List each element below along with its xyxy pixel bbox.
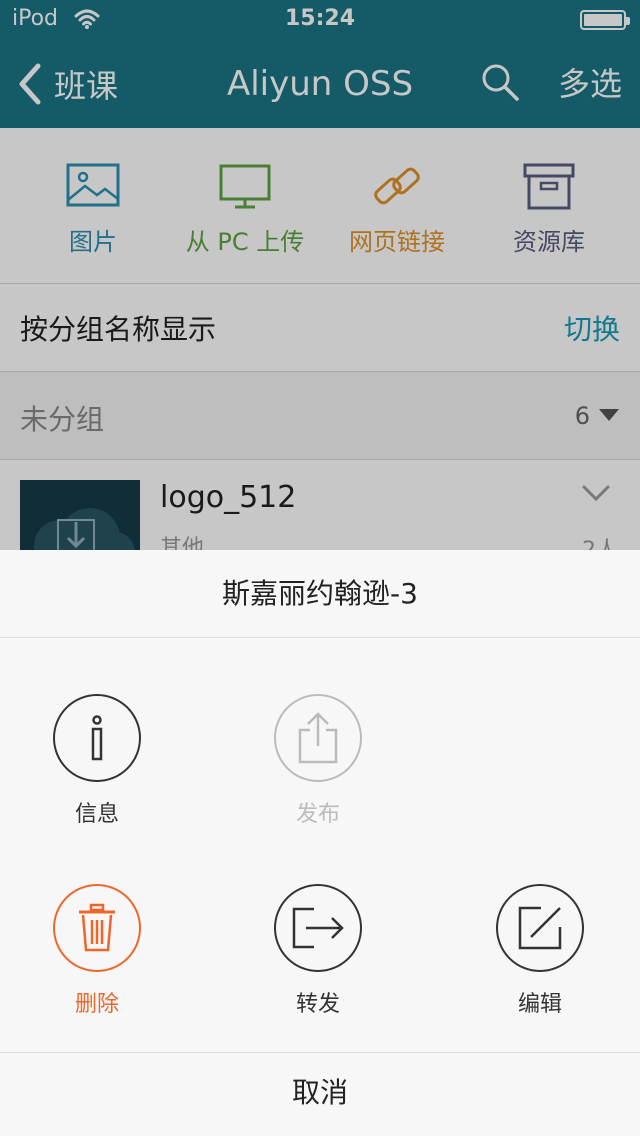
edit-icon: [518, 906, 562, 950]
share-icon: [298, 712, 338, 764]
delete-action[interactable]: 删除: [22, 884, 172, 1018]
info-label: 信息: [74, 802, 119, 827]
forward-button[interactable]: [274, 884, 362, 972]
publish-button[interactable]: [274, 694, 362, 782]
publish-action[interactable]: 发布: [243, 694, 393, 828]
trash-icon: [79, 903, 115, 952]
forward-label: 转发: [295, 992, 340, 1017]
edit-label: 编辑: [517, 992, 562, 1017]
forward-action[interactable]: 转发: [243, 884, 393, 1018]
cancel-button[interactable]: 取消: [0, 1053, 640, 1136]
edit-action[interactable]: 编辑: [465, 884, 615, 1018]
info-button[interactable]: [53, 694, 141, 782]
forward-icon: [292, 907, 344, 949]
publish-label: 发布: [295, 802, 340, 827]
edit-button[interactable]: [496, 884, 584, 972]
info-icon: [91, 715, 103, 761]
action-sheet: 斯嘉丽约翰逊-3 信息 发布 删除 转发 编辑 取消: [0, 550, 640, 1136]
delete-label: 删除: [74, 992, 119, 1017]
info-action[interactable]: 信息: [22, 694, 172, 828]
action-sheet-title: 斯嘉丽约翰逊-3: [0, 550, 640, 638]
delete-button[interactable]: [53, 884, 141, 972]
